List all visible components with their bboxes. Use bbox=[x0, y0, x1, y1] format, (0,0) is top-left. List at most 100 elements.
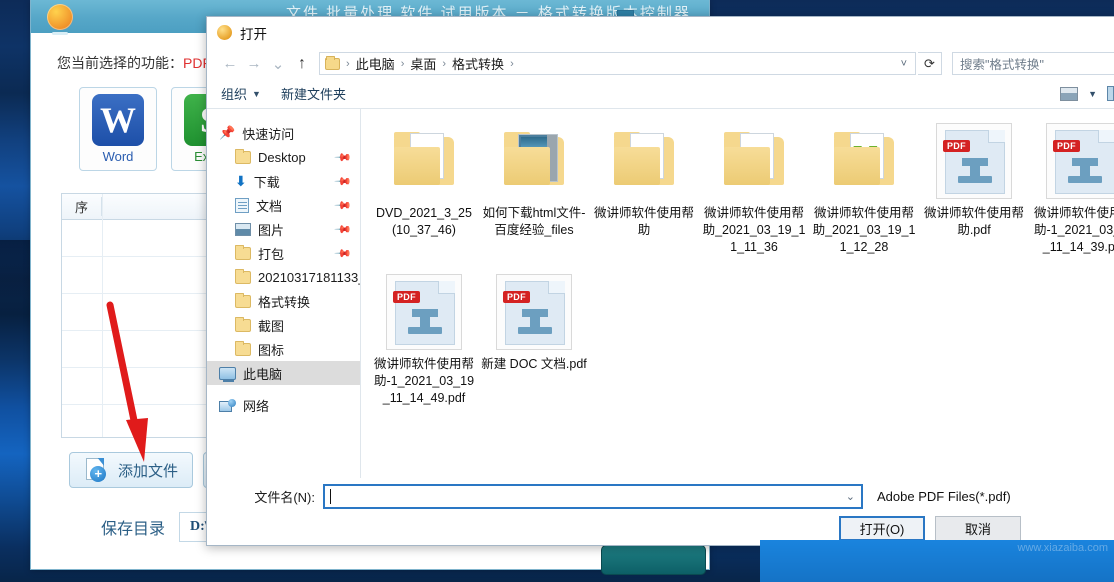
file-list-pane[interactable]: DVD_2021_3_25(10_37_46) 如何下载html文件-百度经验_… bbox=[361, 109, 1114, 478]
start-convert-button[interactable] bbox=[601, 545, 706, 575]
sidebar-item-20210317181133[interactable]: 20210317181133_ bbox=[207, 265, 360, 289]
sidebar-item-screenshots[interactable]: 截图 bbox=[207, 313, 360, 337]
file-item[interactable]: 如何下载html文件-百度经验_files bbox=[479, 119, 589, 256]
organize-button[interactable]: 组织 ▼ bbox=[221, 84, 261, 103]
chevron-down-icon[interactable]: ▼ bbox=[1088, 89, 1097, 99]
sidebar-item-downloads[interactable]: ⬇ 下载 📌 bbox=[207, 169, 360, 193]
filename-row: 文件名(N): ⌄ Adobe PDF Files(*.pdf) bbox=[207, 478, 1114, 509]
sidebar-item-label: 20210317181133_ bbox=[258, 270, 361, 285]
forward-arrow-icon[interactable]: → bbox=[243, 53, 265, 75]
breadcrumb-separator: › bbox=[400, 58, 406, 70]
watermark: www.xiazaiba.com bbox=[960, 508, 1110, 554]
sidebar-item-label: 图标 bbox=[258, 340, 284, 359]
breadcrumb[interactable]: › 此电脑 › 桌面 › 格式转换 › ˅ bbox=[319, 52, 916, 75]
file-item[interactable]: PDF 新建 DOC 文档.pdf bbox=[479, 270, 589, 407]
sidebar-item-label: 网络 bbox=[243, 396, 269, 415]
format-button-word[interactable]: W Word bbox=[79, 87, 157, 171]
sidebar-item-label: 下载 bbox=[254, 172, 280, 191]
sidebar-item-pictures[interactable]: 图片 📌 bbox=[207, 217, 360, 241]
folder-icon bbox=[235, 151, 251, 164]
download-icon: ⬇ bbox=[235, 173, 247, 190]
pin-icon[interactable]: 📌 bbox=[334, 220, 353, 239]
folder-icon bbox=[235, 247, 251, 260]
new-folder-button[interactable]: 新建文件夹 bbox=[281, 84, 346, 103]
breadcrumb-item-0[interactable]: 此电脑 bbox=[353, 54, 398, 73]
view-layout-icon[interactable] bbox=[1060, 87, 1078, 101]
dialog-navigation-bar: ← → ⌄ ↑ › 此电脑 › 桌面 › 格式转换 › ˅ ⟳ 搜索"格式转换" bbox=[207, 48, 1114, 79]
new-folder-label: 新建文件夹 bbox=[281, 84, 346, 103]
text-cursor bbox=[330, 489, 331, 504]
file-name: 微讲师软件使用帮助-1_2021_03_19_11_14_49.pdf bbox=[371, 356, 477, 407]
open-button[interactable]: 打开(O) bbox=[839, 516, 925, 541]
dialog-toolbar: 组织 ▼ 新建文件夹 ▼ bbox=[207, 79, 1114, 109]
star-pin-icon: 📌 bbox=[219, 125, 235, 141]
pin-icon[interactable]: 📌 bbox=[334, 244, 353, 263]
file-item[interactable]: 微讲师软件使用帮助_2021_03_19_11_11_36 bbox=[699, 119, 809, 256]
sidebar-item-label: 图片 bbox=[258, 220, 284, 239]
breadcrumb-separator: › bbox=[345, 58, 351, 70]
folder-icon bbox=[235, 319, 251, 332]
save-directory-label: 保存目录 bbox=[101, 515, 165, 539]
folder-icon bbox=[235, 271, 251, 284]
file-type-filter[interactable]: Adobe PDF Files(*.pdf) bbox=[877, 489, 1011, 504]
sidebar-item-packaging[interactable]: 打包 📌 bbox=[207, 241, 360, 265]
file-name: 微讲师软件使用帮助.pdf bbox=[921, 205, 1027, 239]
pin-icon[interactable]: 📌 bbox=[334, 196, 353, 215]
file-name: 微讲师软件使用帮助_2021_03_19_11_11_36 bbox=[701, 205, 807, 256]
file-item[interactable]: PDF 微讲师软件使用帮助-1_2021_03_19_11_14_49.pdf bbox=[369, 270, 479, 407]
sidebar-item-documents[interactable]: 文档 📌 bbox=[207, 193, 360, 217]
sidebar-item-desktop[interactable]: Desktop 📌 bbox=[207, 145, 360, 169]
filename-label: 文件名(N): bbox=[207, 487, 323, 506]
sidebar-item-quick-access[interactable]: 📌 快速访问 bbox=[207, 121, 360, 145]
sidebar-item-this-pc[interactable]: 此电脑 bbox=[207, 361, 360, 385]
this-pc-icon bbox=[219, 367, 236, 380]
breadcrumb-item-2[interactable]: 格式转换 bbox=[449, 54, 507, 73]
search-input[interactable]: 搜索"格式转换" bbox=[952, 52, 1114, 75]
format-label-word: Word bbox=[103, 149, 134, 164]
folder-icon bbox=[386, 123, 462, 199]
documents-icon bbox=[235, 198, 249, 213]
back-arrow-icon[interactable]: ← bbox=[219, 53, 241, 75]
folder-icon bbox=[496, 123, 572, 199]
file-name: 新建 DOC 文档.pdf bbox=[481, 356, 587, 373]
up-arrow-icon[interactable]: ↑ bbox=[291, 53, 313, 75]
breadcrumb-dropdown-icon[interactable]: ˅ bbox=[895, 58, 913, 70]
preview-pane-icon[interactable] bbox=[1107, 86, 1114, 101]
sidebar-item-label: 此电脑 bbox=[243, 364, 282, 383]
breadcrumb-separator: › bbox=[509, 58, 515, 70]
navigation-pane: 📌 快速访问 Desktop 📌 ⬇ 下载 📌 文档 📌 图片 � bbox=[207, 109, 361, 478]
dialog-body: 📌 快速访问 Desktop 📌 ⬇ 下载 📌 文档 📌 图片 � bbox=[207, 109, 1114, 478]
refresh-icon[interactable]: ⟳ bbox=[918, 52, 942, 75]
network-icon bbox=[219, 399, 236, 412]
file-item[interactable]: DVD_2021_3_25(10_37_46) bbox=[369, 119, 479, 256]
pin-icon[interactable]: 📌 bbox=[334, 172, 353, 191]
sidebar-item-label: 文档 bbox=[256, 196, 282, 215]
chevron-down-icon[interactable]: ⌄ bbox=[267, 53, 289, 75]
dialog-title: 打开 bbox=[240, 23, 267, 43]
chevron-down-icon[interactable]: ⌄ bbox=[846, 490, 855, 503]
dialog-title-bar: 打开 bbox=[207, 17, 1114, 48]
filename-input[interactable]: ⌄ bbox=[323, 484, 863, 509]
sidebar-item-network[interactable]: 网络 bbox=[207, 393, 360, 417]
file-item[interactable]: N 微讲师软件使用帮助_2021_03_19_11_12_28 bbox=[809, 119, 919, 256]
breadcrumb-item-1[interactable]: 桌面 bbox=[407, 54, 439, 73]
pin-icon[interactable]: 📌 bbox=[334, 148, 353, 167]
file-name: DVD_2021_3_25(10_37_46) bbox=[371, 205, 477, 239]
folder-icon bbox=[606, 123, 682, 199]
file-name: 微讲师软件使用帮助_2021_03_19_11_12_28 bbox=[811, 205, 917, 256]
pdf-file-icon: PDF bbox=[386, 274, 462, 350]
file-item[interactable]: 微讲师软件使用帮助 bbox=[589, 119, 699, 256]
file-name: 微讲师软件使用帮助-1_2021_03_19_11_14_39.pdf bbox=[1031, 205, 1114, 256]
file-item[interactable]: PDF 微讲师软件使用帮助-1_2021_03_19_11_14_39.pdf bbox=[1029, 119, 1114, 256]
file-item[interactable]: PDF 微讲师软件使用帮助.pdf bbox=[919, 119, 1029, 256]
folder-icon bbox=[716, 123, 792, 199]
sidebar-item-label: 截图 bbox=[258, 316, 284, 335]
watermark-text: www.xiazaiba.com bbox=[1018, 542, 1108, 554]
word-glyph: W bbox=[100, 99, 136, 141]
sidebar-item-label: Desktop bbox=[258, 150, 306, 165]
table-col-index: 序 bbox=[62, 197, 102, 216]
folder-icon bbox=[325, 58, 340, 70]
sidebar-item-format-conversion[interactable]: 格式转换 bbox=[207, 289, 360, 313]
pdf-file-icon: PDF bbox=[496, 274, 572, 350]
sidebar-item-icons[interactable]: 图标 bbox=[207, 337, 360, 361]
